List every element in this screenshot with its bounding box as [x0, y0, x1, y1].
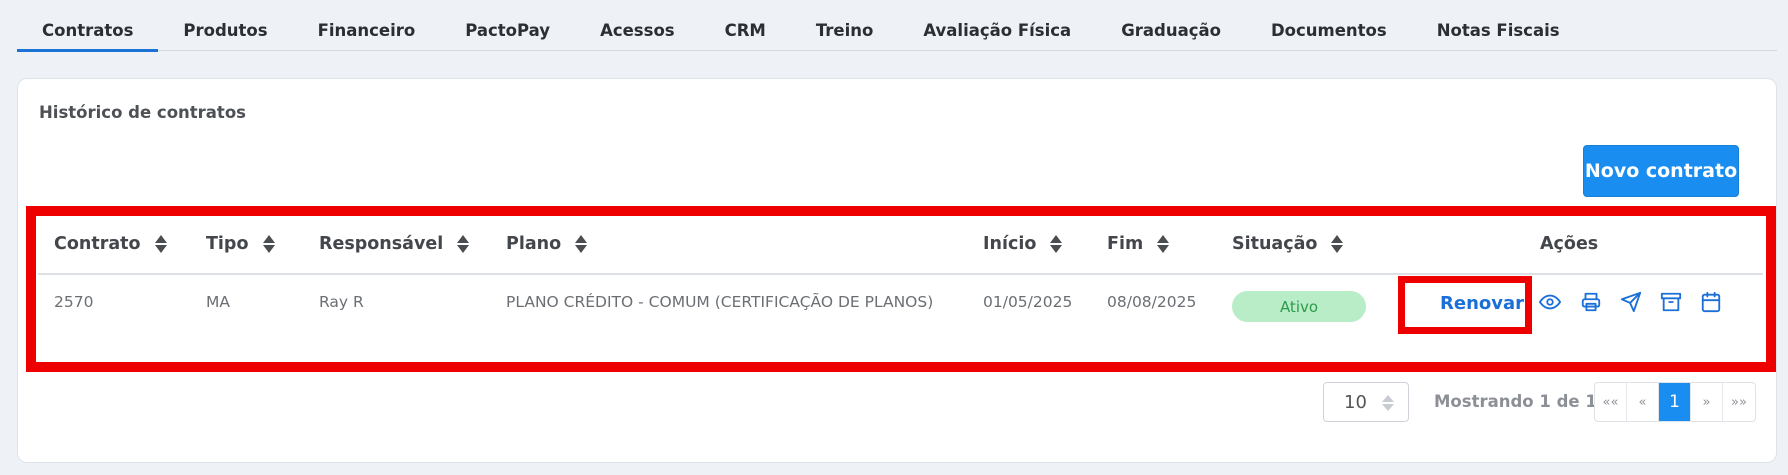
tab-notas-fiscais[interactable]: Notas Fiscais — [1412, 0, 1585, 51]
column-label: Situação — [1232, 234, 1318, 254]
column-header-situacao[interactable]: Situação — [1232, 234, 1344, 254]
tab-crm[interactable]: CRM — [700, 0, 791, 51]
sort-icon[interactable] — [1157, 234, 1170, 254]
sort-icon[interactable] — [457, 234, 470, 254]
column-header-acoes: Ações — [1540, 234, 1598, 254]
column-label: Responsável — [319, 234, 444, 254]
tab-acessos[interactable]: Acessos — [575, 0, 700, 51]
cell-inicio: 01/05/2025 — [983, 293, 1073, 311]
column-header-contrato[interactable]: Contrato — [54, 234, 167, 254]
page-size-value: 10 — [1344, 391, 1367, 413]
last-page-button[interactable]: »» — [1723, 383, 1755, 421]
column-header-inicio[interactable]: Início — [983, 234, 1063, 254]
sort-icon[interactable] — [154, 234, 167, 254]
tab-produtos[interactable]: Produtos — [158, 0, 292, 51]
tab-financeiro[interactable]: Financeiro — [293, 0, 441, 51]
tab-bar: Contratos Produtos Financeiro PactoPay A… — [17, 0, 1777, 52]
cell-tipo: MA — [206, 293, 230, 311]
tab-graduacao[interactable]: Graduação — [1096, 0, 1246, 51]
column-header-responsavel[interactable]: Responsável — [319, 234, 470, 254]
sort-icon[interactable] — [1331, 234, 1344, 254]
cell-responsavel: Ray R — [319, 293, 364, 311]
column-header-tipo[interactable]: Tipo — [206, 234, 275, 254]
cell-fim: 08/08/2025 — [1107, 293, 1197, 311]
renew-button[interactable]: Renovar — [1440, 293, 1524, 314]
new-contract-button[interactable]: Novo contrato — [1583, 145, 1739, 197]
page-size-select[interactable]: 10 — [1323, 382, 1409, 422]
column-label: Início — [983, 234, 1037, 254]
cell-contrato: 2570 — [54, 293, 94, 311]
column-label: Contrato — [54, 234, 141, 254]
page-button-current[interactable]: 1 — [1659, 383, 1691, 421]
tab-pactopay[interactable]: PactoPay — [440, 0, 575, 51]
column-label: Tipo — [206, 234, 249, 254]
tab-contratos[interactable]: Contratos — [17, 0, 159, 52]
column-label: Plano — [506, 234, 562, 254]
column-header-plano[interactable]: Plano — [506, 234, 588, 254]
sort-icon[interactable] — [575, 234, 588, 254]
card-title: Histórico de contratos — [39, 103, 246, 122]
tab-treino[interactable]: Treino — [791, 0, 899, 51]
archive-icon[interactable] — [1660, 291, 1682, 313]
next-page-button[interactable]: » — [1691, 383, 1723, 421]
column-header-fim[interactable]: Fim — [1107, 234, 1170, 254]
tab-avaliacao-fisica[interactable]: Avaliação Física — [898, 0, 1096, 51]
eye-icon[interactable] — [1539, 291, 1561, 313]
select-arrows-icon — [1382, 395, 1394, 413]
calendar-icon[interactable] — [1700, 291, 1722, 313]
pagination: «« « 1 » »» — [1594, 382, 1756, 422]
prev-page-button[interactable]: « — [1627, 383, 1659, 421]
sort-icon[interactable] — [1050, 234, 1063, 254]
column-label: Ações — [1540, 234, 1599, 254]
column-label: Fim — [1107, 234, 1144, 254]
tab-documentos[interactable]: Documentos — [1246, 0, 1412, 51]
header-divider — [38, 273, 1763, 275]
pagination-status: Mostrando 1 de 1 — [1434, 392, 1597, 411]
first-page-button[interactable]: «« — [1595, 383, 1627, 421]
cell-plano: PLANO CRÉDITO - COMUM (CERTIFICAÇÃO DE P… — [506, 293, 934, 311]
sort-icon[interactable] — [262, 234, 275, 254]
status-badge: Ativo — [1232, 291, 1366, 322]
send-icon[interactable] — [1620, 291, 1642, 313]
print-icon[interactable] — [1580, 291, 1602, 313]
